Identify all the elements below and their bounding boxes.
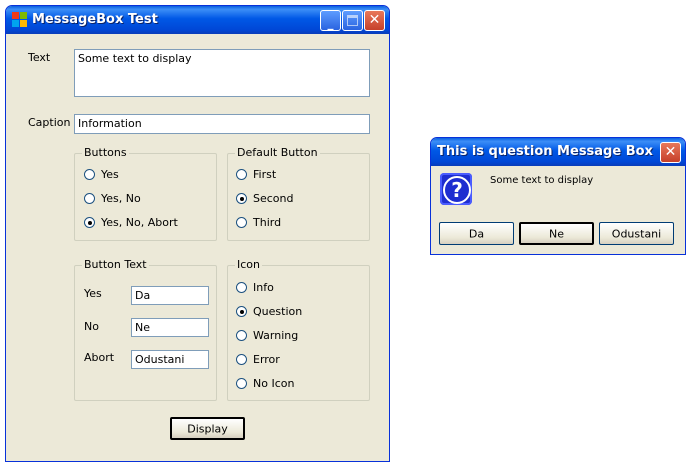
maximize-button[interactable]	[342, 10, 363, 31]
maximize-icon	[347, 15, 358, 26]
close-button[interactable]: ✕	[364, 10, 385, 31]
minimize-icon: _	[327, 16, 334, 30]
radio-circle-selected	[236, 193, 247, 204]
radio-label: Yes, No, Abort	[101, 216, 178, 229]
caption-input[interactable]: Information	[74, 114, 370, 134]
radio-circle	[84, 193, 95, 204]
buttons-group: Buttons Yes Yes, No Yes, No, Abort	[74, 146, 217, 241]
buttons-group-title: Buttons	[82, 146, 129, 159]
close-icon: ✕	[368, 12, 381, 28]
caption-label: Caption	[28, 116, 71, 129]
radio-circle-selected	[236, 306, 247, 317]
radio-label: No Icon	[253, 377, 295, 390]
text-label: Text	[28, 51, 51, 64]
yes-text-label: Yes	[84, 287, 102, 300]
message-box-text: Some text to display	[490, 175, 594, 186]
message-box-title: This is question Message Box	[437, 144, 653, 159]
yes-text-input[interactable]: Da	[131, 286, 209, 305]
radio-circle	[236, 282, 247, 293]
question-message-box: This is question Message Box ✕ ? Some te…	[430, 137, 686, 255]
messagebox-test-window: MessageBox Test _ ✕ Text Some text to di…	[5, 5, 390, 462]
window-title: MessageBox Test	[32, 12, 158, 27]
no-text-input[interactable]: Ne	[131, 318, 209, 337]
radio-label: Warning	[253, 329, 299, 342]
ne-button[interactable]: Ne	[519, 222, 594, 245]
button-text-group: Button Text Yes Da No Ne Abort Odustani	[74, 258, 217, 401]
title-bar[interactable]: MessageBox Test _ ✕	[6, 6, 389, 34]
display-button[interactable]: Display	[170, 417, 245, 440]
radio-circle	[236, 354, 247, 365]
abort-text-label: Abort	[84, 351, 115, 364]
text-textarea[interactable]: Some text to display	[74, 49, 370, 97]
message-box-title-bar[interactable]: This is question Message Box ✕	[431, 138, 685, 166]
button-text-group-title: Button Text	[82, 258, 149, 271]
radio-label: Question	[253, 305, 303, 318]
app-icon	[12, 12, 28, 28]
radio-label: First	[253, 168, 277, 181]
da-button-label: Da	[468, 227, 485, 240]
radio-circle	[236, 330, 247, 341]
radio-circle	[236, 169, 247, 180]
no-text-label: No	[84, 320, 99, 333]
da-button[interactable]: Da	[439, 222, 514, 245]
icon-group-title: Icon	[235, 258, 262, 271]
radio-label: Second	[253, 192, 294, 205]
radio-label: Info	[253, 281, 274, 294]
close-icon: ✕	[664, 144, 677, 160]
radio-circle	[84, 169, 95, 180]
display-button-label: Display	[187, 422, 228, 435]
odustani-button[interactable]: Odustani	[599, 222, 674, 245]
question-icon: ?	[440, 173, 472, 205]
default-button-group: Default Button First Second Third	[227, 146, 370, 241]
abort-text-input[interactable]: Odustani	[131, 350, 209, 369]
odustani-button-label: Odustani	[611, 227, 662, 240]
radio-label: Yes	[101, 168, 119, 181]
radio-label: Error	[253, 353, 280, 366]
default-button-group-title: Default Button	[235, 146, 320, 159]
radio-circle	[236, 378, 247, 389]
icon-group: Icon Info Question Warning Error No Icon	[227, 258, 370, 401]
radio-label: Third	[253, 216, 282, 229]
desktop: { "main_window": { "title": "MessageBox …	[0, 0, 690, 463]
ne-button-label: Ne	[549, 227, 564, 240]
radio-circle	[236, 217, 247, 228]
minimize-button[interactable]: _	[320, 10, 341, 31]
radio-circle-selected	[84, 217, 95, 228]
radio-label: Yes, No	[101, 192, 141, 205]
message-box-close-button[interactable]: ✕	[660, 142, 681, 163]
